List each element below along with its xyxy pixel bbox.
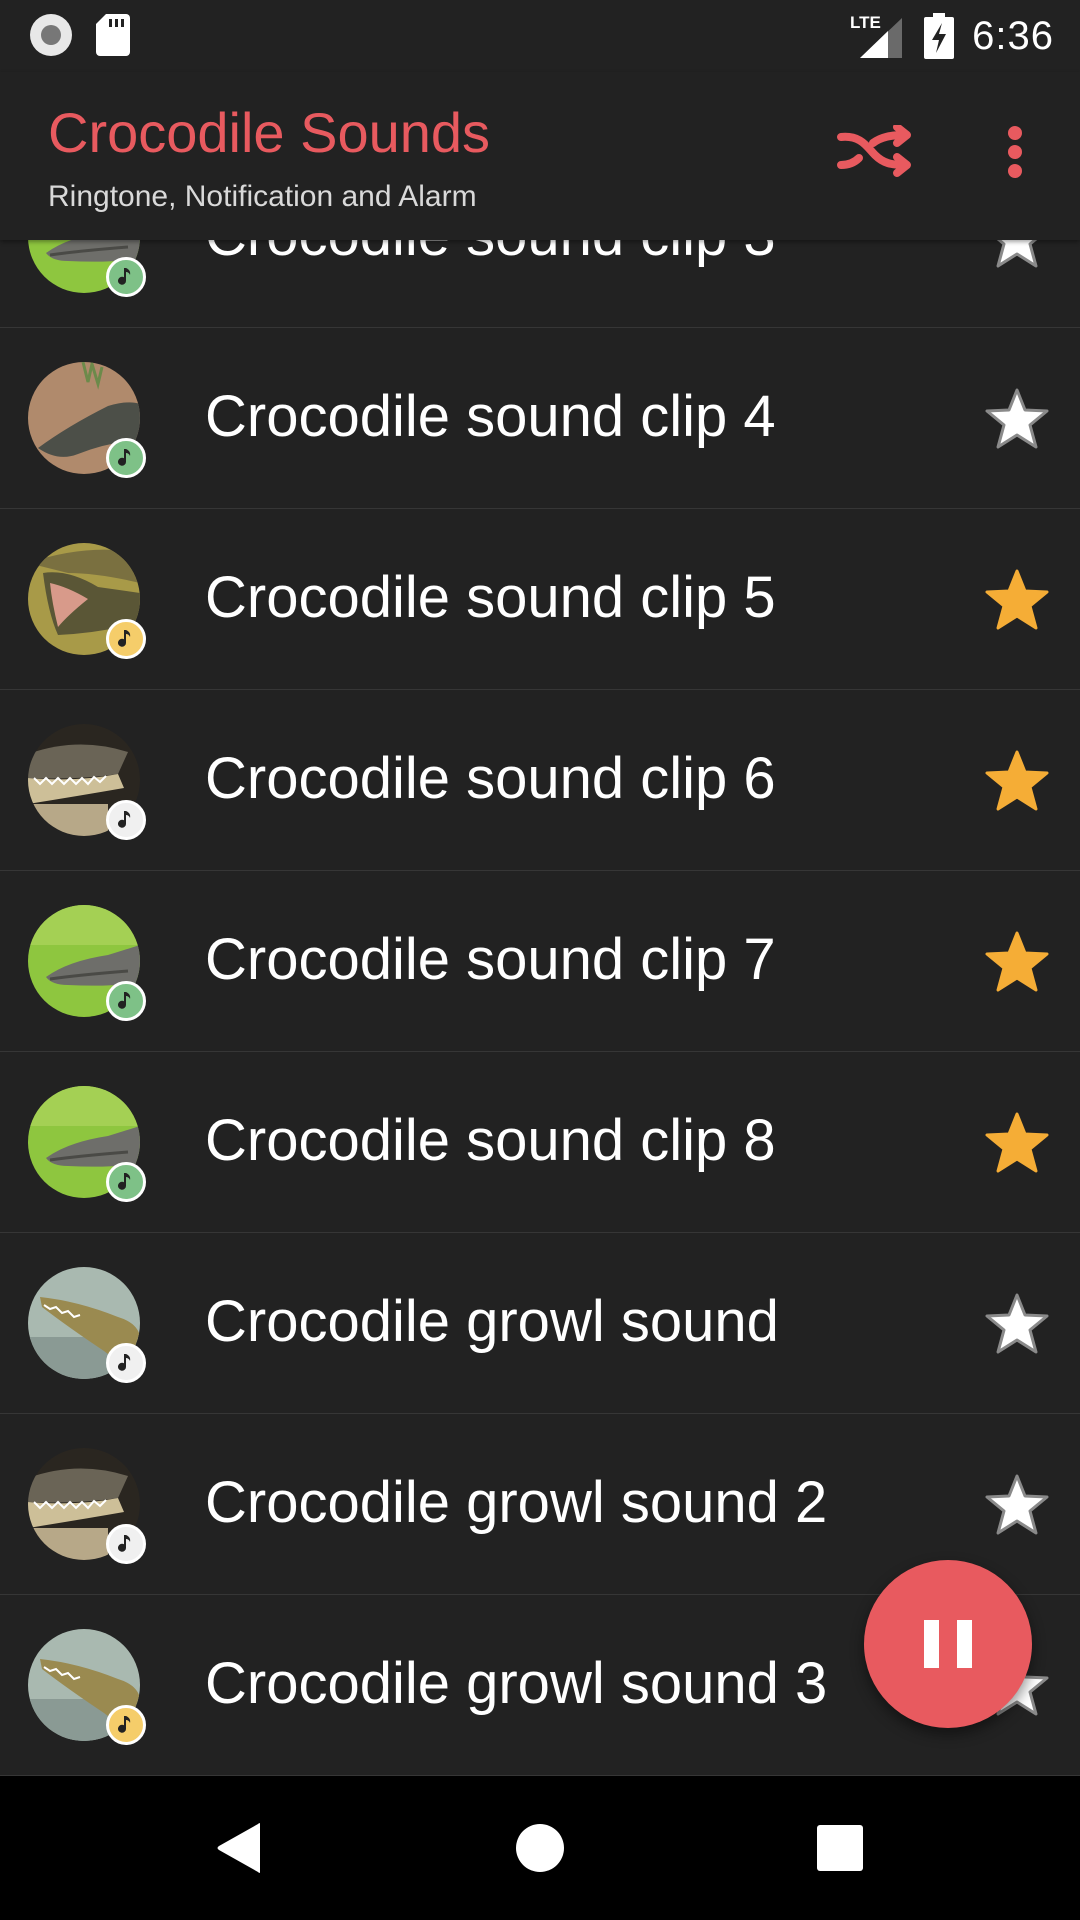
back-button[interactable]: [180, 1806, 300, 1890]
star-filled-icon[interactable]: [984, 569, 1050, 631]
battery-charging-icon: [924, 13, 955, 59]
star-filled-icon[interactable]: [984, 1112, 1050, 1174]
music-note-icon[interactable]: [106, 1524, 146, 1564]
music-note-icon[interactable]: [106, 1343, 146, 1383]
home-button[interactable]: [480, 1806, 600, 1890]
screen-record-icon: [30, 14, 72, 56]
music-note-icon[interactable]: [106, 619, 146, 659]
star-outline-icon[interactable]: [984, 388, 1050, 450]
sound-list-item[interactable]: Crocodile growl sound: [0, 1233, 1080, 1414]
music-note-icon[interactable]: [106, 1705, 146, 1745]
pause-icon-bar: [957, 1620, 972, 1668]
music-note-icon[interactable]: [106, 438, 146, 478]
star-filled-icon[interactable]: [984, 931, 1050, 993]
music-note-icon[interactable]: [106, 1162, 146, 1202]
sound-title: Crocodile sound clip 8: [205, 1108, 776, 1173]
sound-list: Crocodile sound clip 3Crocodile sound cl…: [0, 147, 1080, 1776]
network-type-label: LTE: [850, 13, 881, 32]
status-bar: LTE 6:36: [0, 0, 1080, 72]
navigation-bar: [0, 1776, 1080, 1920]
music-note-icon[interactable]: [106, 257, 146, 297]
lte-signal-icon: LTE: [850, 13, 903, 58]
star-outline-icon[interactable]: [984, 1474, 1050, 1536]
sound-list-item[interactable]: Crocodile sound clip 7: [0, 871, 1080, 1052]
more-options-button[interactable]: [990, 112, 1040, 192]
sound-title: Crocodile sound clip 4: [205, 384, 776, 449]
sound-list-item[interactable]: Crocodile sound clip 5: [0, 509, 1080, 690]
back-icon: [217, 1823, 260, 1873]
music-note-icon[interactable]: [106, 981, 146, 1021]
shuffle-button[interactable]: [830, 112, 920, 192]
pause-icon: [924, 1620, 939, 1668]
more-vert-icon: [1008, 126, 1022, 178]
pause-button[interactable]: [864, 1560, 1032, 1728]
sound-title: Crocodile sound clip 6: [205, 746, 776, 811]
sound-list-item[interactable]: Crocodile sound clip 8: [0, 1052, 1080, 1233]
star-filled-icon[interactable]: [984, 750, 1050, 812]
sound-list-item[interactable]: Crocodile sound clip 4: [0, 328, 1080, 509]
sound-title: Crocodile sound clip 5: [205, 565, 776, 630]
app-title: Crocodile Sounds: [48, 101, 491, 164]
recents-icon: [817, 1825, 863, 1871]
sd-card-icon: [96, 14, 130, 56]
sound-title: Crocodile growl sound 2: [205, 1470, 828, 1535]
sound-title: Crocodile growl sound 3: [205, 1651, 828, 1716]
recents-button[interactable]: [780, 1806, 900, 1890]
app-bar: Crocodile Sounds Ringtone, Notification …: [0, 72, 1080, 240]
home-icon: [516, 1824, 564, 1872]
app-subtitle: Ringtone, Notification and Alarm: [48, 180, 477, 213]
star-outline-icon[interactable]: [984, 1293, 1050, 1355]
sound-title: Crocodile growl sound: [205, 1289, 779, 1354]
music-note-icon[interactable]: [106, 800, 146, 840]
sound-title: Crocodile sound clip 7: [205, 927, 776, 992]
clock: 6:36: [972, 13, 1054, 58]
shuffle-icon: [837, 125, 911, 177]
sound-list-item[interactable]: Crocodile sound clip 6: [0, 690, 1080, 871]
